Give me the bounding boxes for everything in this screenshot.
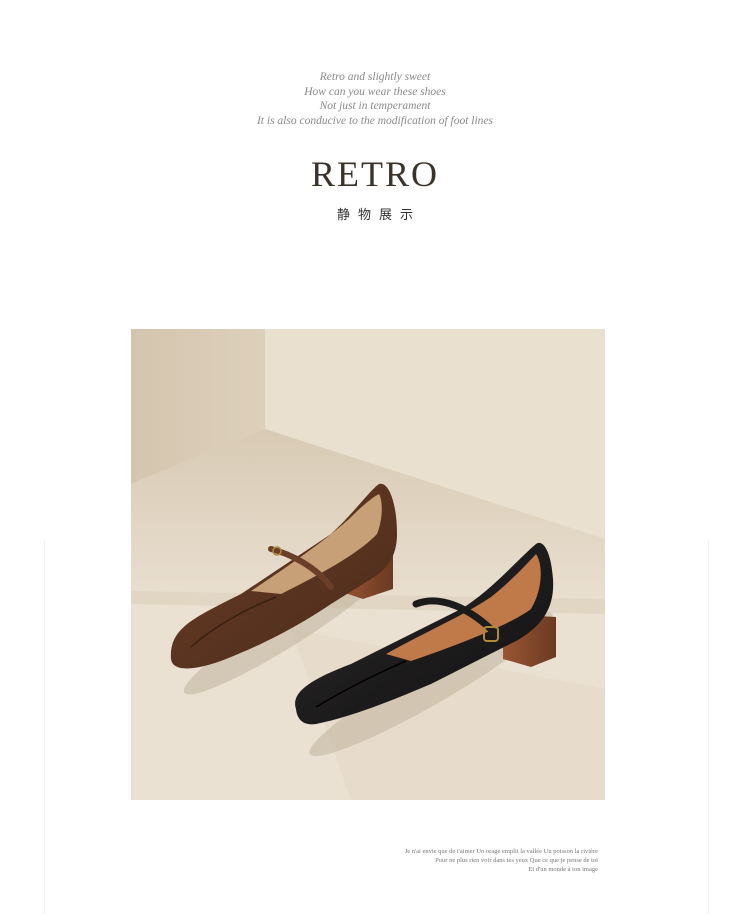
intro-line: It is also conducive to the modification… bbox=[256, 114, 494, 127]
caption-line: Et d'un monde à ton image bbox=[528, 866, 598, 873]
intro-line: Retro and slightly sweet bbox=[319, 71, 431, 83]
caption-line: Pour ne plus rien voir dans tes yeux Que… bbox=[435, 857, 598, 864]
page-title: RETRO bbox=[310, 154, 439, 194]
intro-line: How can you wear these shoes bbox=[304, 85, 446, 98]
frame-line-left bbox=[44, 540, 45, 914]
product-photo bbox=[131, 329, 605, 800]
intro-line: Not just in temperament bbox=[319, 100, 431, 112]
page-subtitle: 静物展示 bbox=[336, 208, 421, 223]
poem-caption: Je n'ai envie que de t'aimer Un orage em… bbox=[405, 847, 598, 874]
product-photo-illustration bbox=[131, 329, 605, 800]
intro-text: Retro and slightly sweet How can you wea… bbox=[0, 70, 750, 128]
caption-line: Je n'ai envie que de t'aimer Un orage em… bbox=[404, 848, 598, 855]
frame-line-right bbox=[708, 540, 709, 914]
